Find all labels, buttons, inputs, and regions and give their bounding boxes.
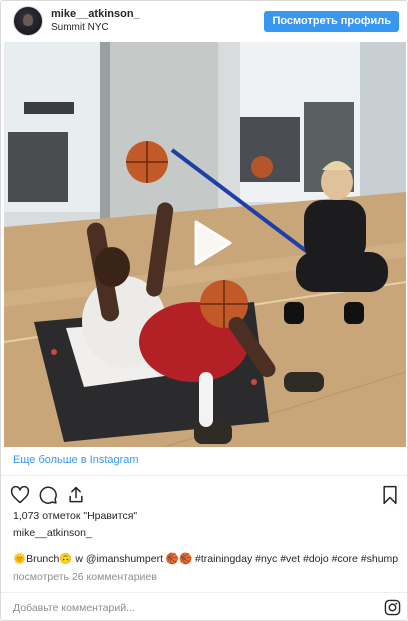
instagram-icon[interactable]: [384, 599, 401, 616]
instagram-embed-card: mike__atkinson_ Summit NYC Посмотреть пр…: [0, 0, 408, 621]
post-video[interactable]: [4, 42, 406, 447]
view-comments-link[interactable]: посмотреть 26 комментариев: [13, 571, 157, 583]
username[interactable]: mike__atkinson_: [51, 8, 140, 21]
location[interactable]: Summit NYC: [51, 21, 140, 34]
comment-icon[interactable]: [37, 484, 59, 506]
likes-count: 1,073 отметок "Нравится": [13, 510, 138, 522]
divider: [1, 475, 407, 476]
post-actions: [9, 483, 401, 507]
caption-username[interactable]: mike__atkinson_: [13, 527, 92, 539]
avatar[interactable]: [13, 6, 43, 36]
bookmark-icon[interactable]: [379, 484, 401, 506]
user-info: mike__atkinson_ Summit NYC: [51, 8, 140, 34]
divider: [1, 592, 407, 593]
heart-icon[interactable]: [9, 484, 31, 506]
post-header: mike__atkinson_ Summit NYC Посмотреть пр…: [1, 1, 407, 41]
play-icon[interactable]: [190, 218, 234, 268]
share-icon[interactable]: [65, 484, 87, 506]
view-profile-button[interactable]: Посмотреть профиль: [264, 10, 399, 32]
comment-input[interactable]: [11, 598, 351, 618]
caption-text: 🌞Brunch🙃 w @imanshumpert 🏀🏀 #trainingday…: [13, 553, 399, 565]
more-on-instagram-link[interactable]: Еще больше в Instagram: [13, 454, 139, 466]
